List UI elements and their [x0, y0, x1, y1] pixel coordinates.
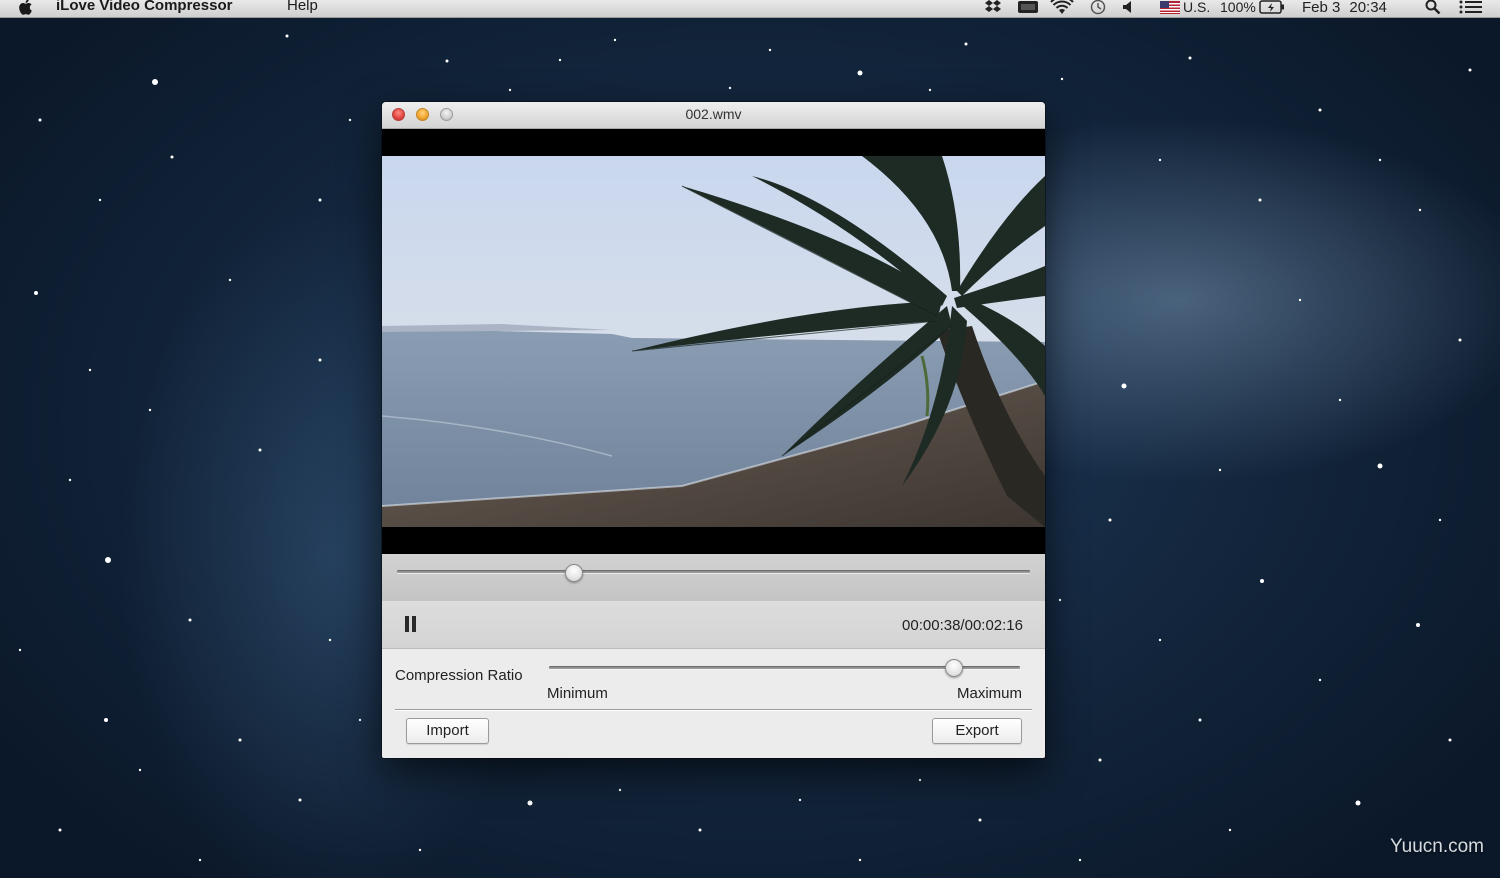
compression-slider-thumb[interactable] [945, 659, 964, 677]
window-title: 002.wmv [685, 106, 742, 122]
divider [395, 709, 1032, 710]
display-icon[interactable] [1017, 0, 1039, 16]
clock-time: 20:34 [1349, 0, 1387, 16]
compression-min-label: Minimum [547, 685, 608, 702]
input-source[interactable]: U.S. [1160, 0, 1210, 16]
compression-ratio-row: Compression Ratio Minimum Maximum [382, 649, 1045, 709]
notification-center-icon[interactable] [1459, 0, 1483, 16]
compression-ratio-label: Compression Ratio [395, 667, 523, 684]
battery-status[interactable]: 100% [1220, 0, 1285, 16]
pause-button[interactable] [404, 616, 418, 633]
battery-icon [1259, 0, 1284, 14]
seek-slider-thumb[interactable] [565, 564, 584, 582]
seek-track[interactable] [397, 570, 1030, 573]
help-menu[interactable]: Help [287, 0, 318, 14]
clock[interactable]: Feb 3 20:34 [1302, 0, 1387, 16]
time-display: 00:00:38/00:02:16 [902, 617, 1023, 634]
app-window: 002.wmv 00:00:38/00:02:16 Compression Ra… [382, 102, 1045, 758]
playback-controls: 00:00:38/00:02:16 [382, 601, 1045, 649]
import-button[interactable]: Import [406, 718, 489, 744]
dropbox-icon[interactable] [983, 0, 1003, 16]
battery-percent: 100% [1220, 0, 1256, 15]
compression-max-label: Maximum [956, 685, 1022, 702]
video-player[interactable] [382, 129, 1045, 554]
wifi-icon[interactable] [1050, 0, 1074, 16]
seek-bar-area [382, 554, 1045, 601]
time-machine-icon[interactable] [1089, 0, 1107, 16]
pause-icon [405, 616, 409, 632]
app-menu[interactable]: iLove Video Compressor [56, 0, 232, 14]
menu-bar: iLove Video Compressor Help U.S. 100% Fe… [0, 0, 1500, 18]
apple-icon[interactable] [15, 0, 37, 17]
video-frame [382, 156, 1045, 527]
title-bar[interactable]: 002.wmv [382, 102, 1045, 129]
spotlight-icon[interactable] [1424, 0, 1442, 16]
input-source-label: U.S. [1183, 0, 1211, 15]
clock-date: Feb 3 [1302, 0, 1341, 16]
watermark: Yuucn.com [1390, 836, 1484, 857]
us-flag-icon [1160, 0, 1180, 14]
volume-icon[interactable] [1122, 0, 1136, 16]
export-button[interactable]: Export [932, 718, 1022, 744]
